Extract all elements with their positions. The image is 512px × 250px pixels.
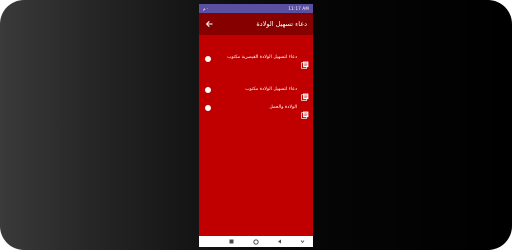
radio-button[interactable]	[205, 105, 211, 111]
arrow-left-icon[interactable]	[202, 17, 216, 31]
list-item[interactable]: دعاء لتسهيل الولادة مكتوب	[205, 86, 309, 101]
status-bar: م · 11:17 AM	[199, 4, 313, 13]
status-time: 11:17 AM	[288, 6, 309, 11]
list-item[interactable]: الولادة والحمل	[205, 104, 309, 119]
circle-icon[interactable]	[252, 238, 259, 245]
radio-button[interactable]	[205, 56, 211, 62]
page-title: دعاء تسهيل الولادة	[256, 20, 307, 28]
list-item-label: دعاء لتسهيل الولادة مكتوب	[245, 87, 297, 92]
app-bar: دعاء تسهيل الولادة	[199, 13, 313, 35]
library-books-icon	[301, 86, 309, 101]
status-signal: م ·	[203, 6, 209, 11]
phone-screen: م · 11:17 AM دعاء تسهيل الولادة دعاء لتس…	[199, 4, 313, 247]
radio-button[interactable]	[205, 87, 211, 93]
list-item-label: الولادة والحمل	[269, 105, 297, 110]
triangle-back-icon[interactable]	[276, 238, 283, 245]
library-books-icon	[301, 54, 309, 69]
square-icon[interactable]	[228, 238, 235, 245]
library-books-icon	[301, 104, 309, 119]
chevron-down-icon[interactable]	[299, 238, 306, 245]
list-item[interactable]: دعاء لتسهيل الولادة القيصرية مكتوب	[205, 54, 309, 72]
list-item-label: دعاء لتسهيل الولادة القيصرية مكتوب	[227, 55, 297, 60]
device-frame: م · 11:17 AM دعاء تسهيل الولادة دعاء لتس…	[0, 0, 512, 250]
system-nav-bar	[199, 236, 313, 247]
